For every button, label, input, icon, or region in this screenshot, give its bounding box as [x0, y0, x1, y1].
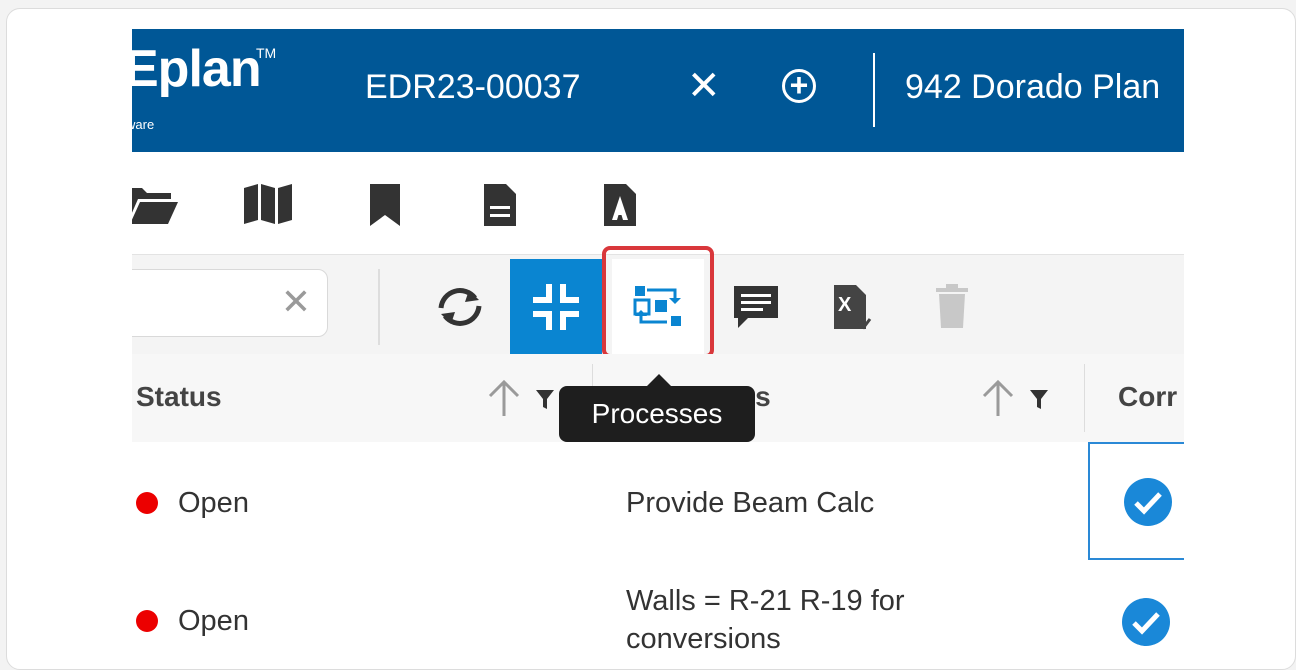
processes-highlight-box [602, 246, 714, 358]
status-cell: Open [178, 487, 249, 519]
add-tab-icon[interactable]: + [782, 69, 816, 103]
svg-text:X: X [838, 294, 852, 316]
screenshot-card: Eplan TM ware EDR23-00037 ✕ + 942 Dorado… [6, 8, 1296, 670]
trash-icon [936, 284, 968, 328]
sort-ascending-icon[interactable] [488, 379, 520, 416]
table-row[interactable]: Open Provide Beam Calc [132, 442, 1184, 560]
comment-icon [734, 286, 778, 328]
excel-export-button[interactable]: X [808, 259, 900, 355]
project-address[interactable]: 942 Dorado Plan [905, 67, 1160, 107]
column-header-corrected[interactable]: Corr [1118, 380, 1177, 414]
filter-icon[interactable] [1030, 390, 1048, 409]
status-open-dot [136, 610, 158, 632]
bookmark-icon[interactable] [368, 182, 402, 228]
comment-cell: Walls = R-21 R-19 for conversions [626, 585, 905, 655]
column-header-status[interactable]: Status [136, 380, 222, 414]
clear-search-icon[interactable]: ✕ [281, 282, 311, 322]
search-input[interactable]: ✕ [132, 269, 328, 337]
collapse-button[interactable] [510, 259, 602, 355]
comment-cell: Provide Beam Calc [626, 487, 875, 519]
document-icon[interactable] [482, 182, 518, 228]
nav-icon-row [132, 152, 1184, 254]
grid-toolbar: ✕ X [132, 246, 1184, 358]
status-cell: Open [178, 605, 249, 637]
status-open-dot [136, 492, 158, 514]
status-sort-filter [488, 379, 554, 416]
sync-icon [438, 288, 482, 326]
app-logo[interactable]: Eplan TM ware [132, 39, 276, 132]
document-tab[interactable]: EDR23-00037 [365, 67, 580, 107]
folder-icon[interactable] [132, 182, 178, 226]
corrected-cell[interactable] [1088, 560, 1184, 669]
processes-tooltip: Processes [559, 374, 755, 442]
header-divider [873, 53, 875, 127]
comment-button[interactable] [710, 259, 802, 355]
column-separator [1084, 364, 1085, 432]
comments-sort-filter [982, 379, 1048, 416]
table-row[interactable]: Open Walls = R-21 R-19 for conversions [132, 560, 1184, 669]
check-circle-icon [1122, 598, 1170, 646]
logo-text: Eplan [132, 40, 262, 98]
filter-icon[interactable] [536, 390, 554, 409]
check-circle-icon [1124, 478, 1172, 526]
pdf-icon[interactable] [602, 182, 638, 228]
close-icon[interactable]: ✕ [687, 63, 721, 109]
corrected-cell[interactable] [1088, 442, 1184, 560]
logo-subtitle: ware [132, 117, 155, 132]
sort-ascending-icon[interactable] [982, 379, 1014, 416]
logo-trademark: TM [256, 45, 277, 61]
app-viewport: Eplan TM ware EDR23-00037 ✕ + 942 Dorado… [132, 29, 1184, 669]
app-header: Eplan TM ware EDR23-00037 ✕ + 942 Dorado… [132, 29, 1184, 152]
sync-button[interactable] [414, 259, 506, 355]
delete-button[interactable] [906, 259, 998, 355]
map-icon[interactable] [242, 182, 294, 226]
toolbar-separator [378, 269, 380, 345]
excel-export-icon: X [834, 285, 872, 330]
collapse-icon [533, 284, 579, 330]
